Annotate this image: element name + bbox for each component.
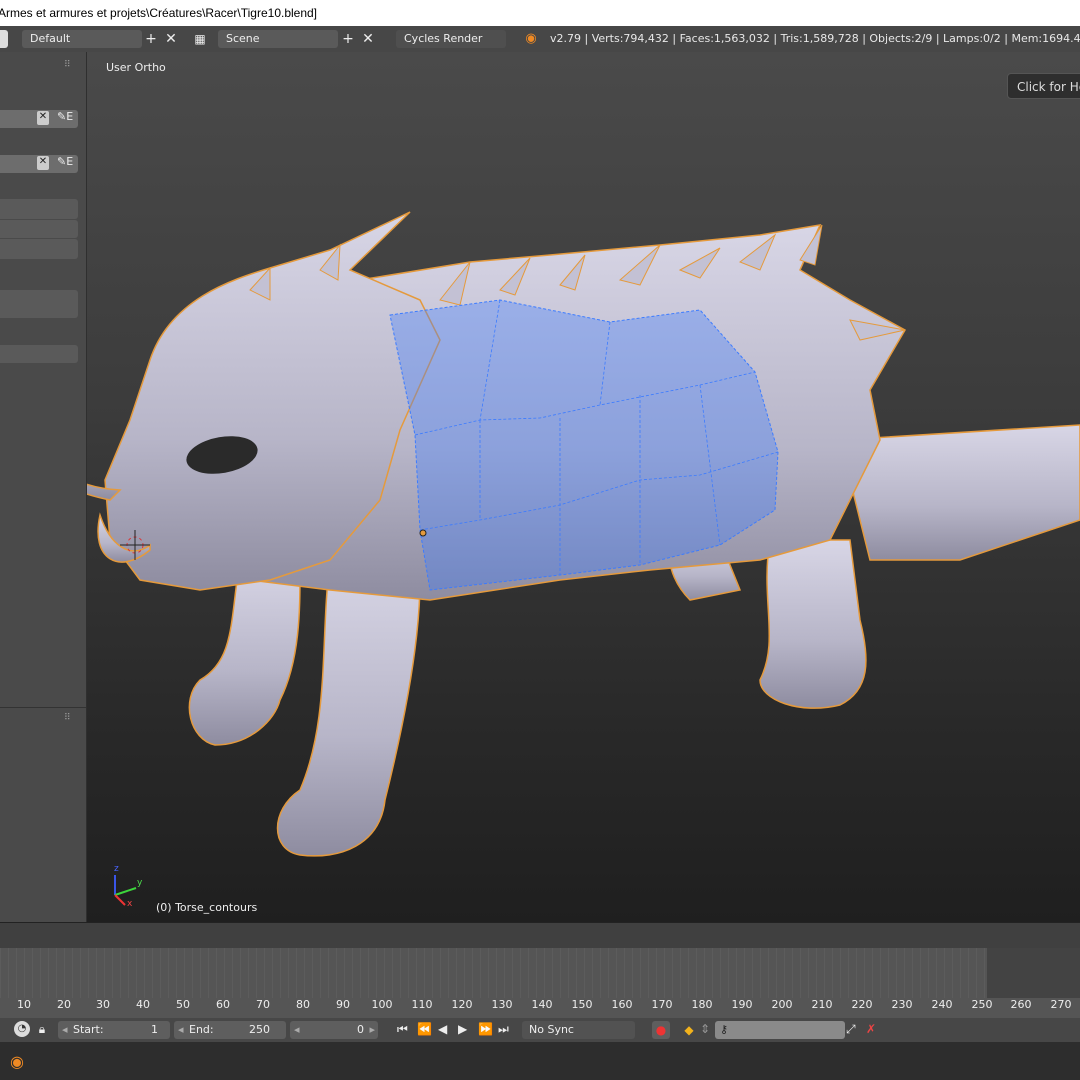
info-header: Default + ✕ ▦ Scene + ✕ Cycles Render ◉ … [0,26,1080,53]
scene-icon[interactable]: ▦ [191,30,209,48]
end-frame-field[interactable]: ◂ End: 250 [174,1021,286,1039]
tick-label: 20 [57,998,71,1011]
field-2-edit-label: E [66,155,74,168]
tick-label: 100 [371,998,393,1011]
add-scene-button[interactable]: + [339,30,357,48]
axis-x-label: x [127,899,133,909]
jump-keyframe-forward-icon[interactable]: ⏩ [478,1022,493,1036]
remove-layout-button[interactable]: ✕ [162,30,180,48]
panel-row[interactable] [0,220,78,238]
tick-label: 240 [931,998,953,1011]
keying-icon: ⚷ [720,1023,729,1036]
window-title: Armes et armures et projets\Créatures\Ra… [0,6,318,20]
timeline-ticks: 10 20 30 40 50 60 70 80 90 100 110 120 1… [0,998,1080,1016]
scene-statistics: v2.79 | Verts:794,432 | Faces:1,563,032 … [550,32,1080,45]
sync-select[interactable]: No Sync [522,1021,635,1039]
clear-icon[interactable]: ✕ [37,156,49,170]
view-mode-label: User Ortho [106,61,166,74]
jump-keyframe-back-icon[interactable]: ⏪ [417,1022,432,1036]
tick-label: 90 [336,998,350,1011]
tick-label: 190 [731,998,753,1011]
clear-icon[interactable]: ✕ [37,111,49,125]
tick-label: 150 [571,998,593,1011]
tick-label: 250 [971,998,993,1011]
panel-row[interactable] [0,345,78,363]
panel-row[interactable] [0,290,78,318]
editor-menu-icon[interactable] [0,30,8,48]
tick-label: 80 [296,998,310,1011]
tick-label: 230 [891,998,913,1011]
panel-divider [0,707,86,708]
blender-logo-icon[interactable]: ◉ [10,1052,24,1071]
panel-row[interactable] [0,199,78,219]
keying-set-icon[interactable]: ◆ [680,1021,698,1039]
bottom-bar: ◉ [0,1042,1080,1080]
timeline-grid[interactable] [0,948,1080,998]
field-2-eyedropper[interactable]: ✎E [57,155,73,168]
tick-label: 260 [1010,998,1032,1011]
blender-logo-icon: ◉ [525,31,537,46]
keying-set-field[interactable]: ⚷ [715,1021,845,1039]
tick-label: 60 [216,998,230,1011]
render-engine-select[interactable]: Cycles Render [396,30,506,48]
tick-label: 110 [411,998,433,1011]
jump-end-icon[interactable]: ⏭ [498,1022,509,1037]
play-icon[interactable]: ▶ [458,1022,467,1036]
tick-label: 70 [256,998,270,1011]
axis-z-label: z [114,864,119,874]
help-button[interactable]: Click for He [1007,73,1080,99]
delete-keyframe-icon[interactable]: ✗ [866,1022,876,1036]
start-value: 1 [151,1023,158,1036]
tick-label: 50 [176,998,190,1011]
tool-shelf-panel: ⠿ ✕ ✎E ✕ ✎E ⠿ [0,52,87,922]
window-title-bar: Armes et armures et projets\Créatures\Ra… [0,0,1080,26]
start-frame-field[interactable]: ◂ Start: 1 [58,1021,170,1039]
object-origin [419,529,427,537]
axis-gizmo [114,875,137,906]
tick-label: 30 [96,998,110,1011]
remove-scene-button[interactable]: ✕ [359,30,377,48]
current-frame-value: 0 [357,1023,364,1036]
timeline-header [0,922,1080,949]
axis-y-label: y [137,878,143,888]
tick-label: 120 [451,998,473,1011]
tick-label: 170 [651,998,673,1011]
jump-start-icon[interactable]: ⏮ [397,1022,408,1037]
tick-label: 200 [771,998,793,1011]
tick-label: 130 [491,998,513,1011]
tick-label: 140 [531,998,553,1011]
end-label: End: [189,1023,214,1036]
tick-label: 180 [691,998,713,1011]
field-1-edit-label: E [66,110,74,123]
start-label: Start: [73,1023,104,1036]
record-icon[interactable]: ● [652,1021,670,1039]
add-layout-button[interactable]: + [142,30,160,48]
current-frame-field[interactable]: ◂ 0 ▸ [290,1021,378,1039]
lock-icon[interactable]: 🔒︎ [35,1021,49,1037]
tick-label: 10 [17,998,31,1011]
active-object-label: (0) Torse_contours [156,901,258,914]
creature-model [87,211,1080,906]
timeline-editor-icon[interactable]: ◔ [14,1021,30,1037]
insert-keyframe-icon[interactable]: ⤢ [846,1022,856,1037]
tick-label: 270 [1050,998,1072,1011]
3d-viewport[interactable]: z y x [87,52,1080,922]
keying-set-arrows[interactable]: ⇕ [700,1022,710,1036]
tick-label: 220 [851,998,873,1011]
timeline-out-of-range [987,948,1080,998]
panel-grip-icon[interactable]: ⠿ [64,713,71,723]
field-1-eyedropper[interactable]: ✎E [57,110,73,123]
panel-row[interactable] [0,239,78,259]
panel-grip-icon[interactable]: ⠿ [64,60,72,70]
tick-label: 40 [136,998,150,1011]
tick-label: 210 [811,998,833,1011]
scene-select[interactable]: Scene [218,30,338,48]
timeline-controls: ◔ 🔒︎ ◂ Start: 1 ◂ End: 250 ◂ 0 ▸ ⏮ ⏪ ◀ ▶… [0,1018,1080,1042]
end-value: 250 [249,1023,270,1036]
screen-layout-select[interactable]: Default [22,30,142,48]
tick-label: 160 [611,998,633,1011]
sync-value: No Sync [529,1023,574,1036]
play-reverse-icon[interactable]: ◀ [438,1022,447,1036]
